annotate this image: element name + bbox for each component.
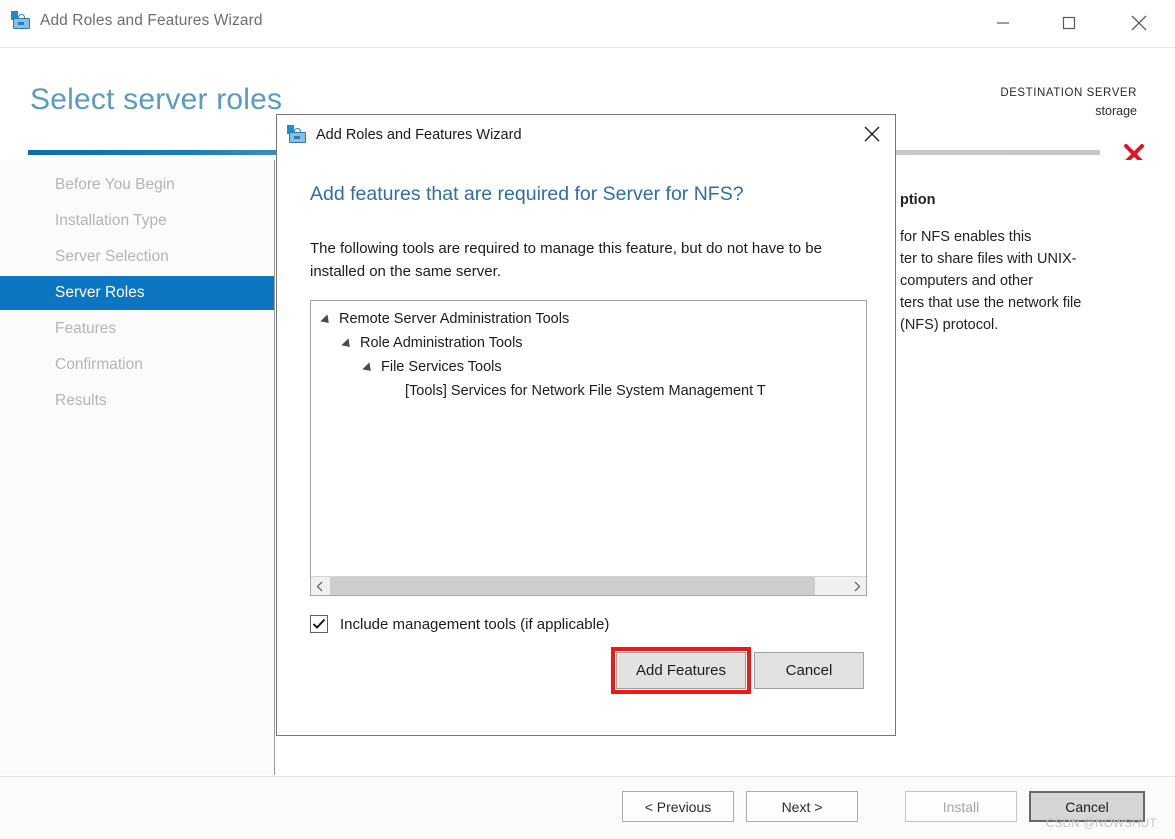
tree-item-label: Remote Server Administration Tools (339, 311, 570, 327)
expand-triangle-icon[interactable] (323, 315, 332, 324)
sidebar-item-installation-type[interactable]: Installation Type (0, 204, 274, 238)
window-title-group: Add Roles and Features Wizard (11, 11, 263, 30)
destination-server-label: DESTINATION SERVER (1000, 87, 1137, 99)
sidebar-item-server-selection[interactable]: Server Selection (0, 240, 274, 274)
sidebar-item-before-you-begin[interactable]: Before You Begin (0, 168, 274, 202)
sidebar-item-label: Before You Begin (55, 176, 175, 193)
description-line: for NFS enables this (900, 229, 1032, 245)
dialog-heading: Add features that are required for Serve… (310, 183, 744, 205)
tree-item-label: File Services Tools (381, 359, 502, 375)
checkmark-icon (312, 618, 326, 629)
include-management-tools-row[interactable]: Include management tools (if applicable) (310, 615, 609, 633)
wizard-steps-sidebar: Before You Begin Installation Type Serve… (0, 160, 275, 775)
sidebar-item-features[interactable]: Features (0, 312, 274, 346)
tree-item-label: [Tools] Services for Network File System… (405, 383, 766, 399)
description-line: (NFS) protocol. (900, 317, 999, 334)
dialog-body-text: The following tools are required to mana… (310, 240, 822, 281)
add-features-button[interactable]: Add Features (616, 652, 746, 689)
sidebar-item-label: Server Selection (55, 248, 169, 265)
sidebar-item-results[interactable]: Results (0, 384, 274, 418)
tree-item-label: Role Administration Tools (360, 335, 523, 351)
scrollbar-track[interactable] (330, 577, 847, 595)
tree-item[interactable]: Role Administration Tools (311, 331, 866, 355)
description-panel-title: ption (900, 192, 936, 208)
sidebar-item-server-roles[interactable]: Server Roles (0, 276, 274, 310)
window-titlebar: Add Roles and Features Wizard (0, 0, 1175, 48)
destination-server-value: storage (1095, 103, 1137, 118)
page-title: Select server roles (30, 83, 283, 116)
tree-item[interactable]: File Services Tools (311, 355, 866, 379)
sidebar-item-label: Installation Type (55, 212, 167, 229)
role-description-panel: ption for NFS enables this ter to share … (889, 192, 1175, 337)
required-tools-tree[interactable]: Remote Server Administration Tools Role … (310, 300, 867, 596)
description-line: ters that use the network file (900, 295, 1082, 312)
dialog-title-group: Add Roles and Features Wizard (287, 125, 522, 144)
sidebar-item-label: Server Roles (55, 284, 145, 301)
close-icon (864, 126, 880, 142)
wizard-toolbox-icon (11, 11, 31, 30)
dialog-title: Add Roles and Features Wizard (316, 126, 522, 143)
add-roles-wizard-window: Add Roles and Features Wizard Select ser… (0, 0, 1175, 839)
sidebar-item-label: Results (55, 392, 107, 409)
dialog-button-row: Add Features Cancel (277, 647, 895, 698)
wizard-toolbox-icon (287, 125, 307, 144)
description-line: ter to share files with UNIX- (900, 251, 1077, 268)
tree-item[interactable]: Remote Server Administration Tools (311, 307, 866, 331)
close-icon (1131, 15, 1147, 31)
include-management-tools-label: Include management tools (if applicable) (340, 615, 610, 633)
close-window-button[interactable] (1116, 0, 1162, 46)
expand-triangle-icon[interactable] (344, 339, 353, 348)
dialog-titlebar: Add Roles and Features Wizard (277, 115, 895, 153)
add-features-dialog: Add Roles and Features Wizard Add featur… (276, 114, 896, 736)
maximize-icon (1062, 16, 1076, 30)
dialog-cancel-button[interactable]: Cancel (754, 652, 864, 689)
dialog-bottom-spacer (277, 709, 895, 735)
previous-button[interactable]: < Previous (622, 791, 734, 822)
expand-triangle-icon[interactable] (365, 363, 374, 372)
next-button[interactable]: Next > (746, 791, 858, 822)
description-line: computers and other (900, 273, 1033, 290)
include-management-tools-checkbox[interactable] (310, 615, 328, 633)
dialog-close-button[interactable] (855, 119, 889, 149)
sidebar-item-label: Features (55, 320, 117, 337)
scroll-right-icon[interactable] (847, 577, 866, 595)
minimize-icon (997, 22, 1009, 24)
wizard-footer: < Previous Next > Install Cancel (0, 776, 1175, 839)
sidebar-item-label: Confirmation (55, 356, 143, 373)
minimize-button[interactable] (980, 0, 1026, 46)
destination-server-block: DESTINATION SERVER storage (1000, 85, 1137, 120)
description-panel-body: for NFS enables this ter to share files … (900, 226, 1175, 336)
tree-content: Remote Server Administration Tools Role … (311, 307, 866, 575)
scrollbar-thumb[interactable] (330, 577, 815, 595)
install-button: Install (905, 791, 1017, 822)
scroll-left-icon[interactable] (311, 577, 330, 595)
maximize-button[interactable] (1046, 0, 1092, 46)
tree-item[interactable]: [Tools] Services for Network File System… (311, 379, 866, 403)
sidebar-item-confirmation[interactable]: Confirmation (0, 348, 274, 382)
window-title: Add Roles and Features Wizard (40, 11, 263, 29)
watermark-text: CSDN @NOWSHUT (1046, 818, 1157, 830)
tree-horizontal-scrollbar[interactable] (311, 576, 866, 595)
